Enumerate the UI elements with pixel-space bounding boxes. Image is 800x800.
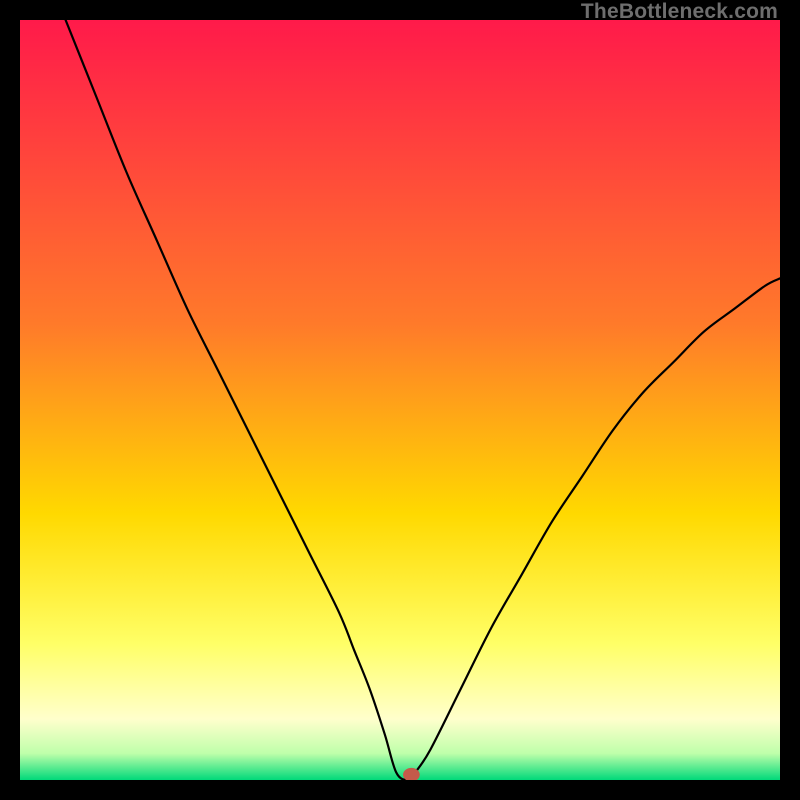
chart-svg: [20, 20, 780, 780]
gradient-background: [20, 20, 780, 780]
plot-area: [20, 20, 780, 780]
chart-frame: TheBottleneck.com: [0, 0, 800, 800]
